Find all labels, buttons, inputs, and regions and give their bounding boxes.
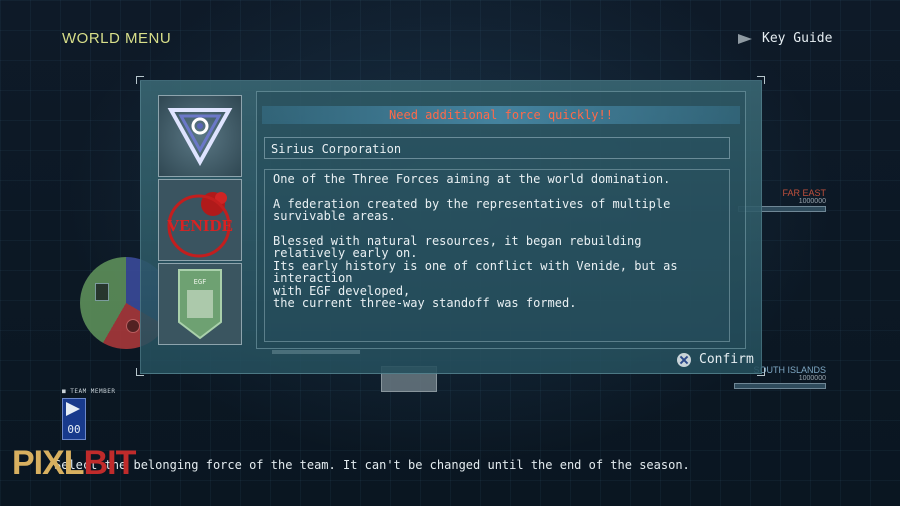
force-name-field: Sirius Corporation bbox=[264, 137, 730, 159]
description-paragraph: One of the Three Forces aiming at the wo… bbox=[273, 172, 671, 186]
pie-marker bbox=[95, 283, 109, 301]
pie-marker bbox=[126, 319, 140, 333]
confirm-button[interactable]: Confirm bbox=[677, 352, 754, 367]
description-paragraph: Blessed with natural resources, it began… bbox=[273, 233, 678, 310]
region-value: 1000000 bbox=[798, 375, 826, 382]
egf-emblem[interactable]: EGF bbox=[158, 263, 242, 345]
triangle-pointer-icon bbox=[738, 33, 752, 44]
team-member-label: ■ TEAM MEMBER bbox=[62, 388, 116, 395]
key-guide-button[interactable]: Key Guide bbox=[738, 31, 832, 46]
description-paragraph: A federation created by the representati… bbox=[273, 196, 671, 223]
watermark-logo: PIXLBIT bbox=[12, 444, 136, 482]
dialog-corner bbox=[136, 368, 144, 376]
page-title: WORLD MENU bbox=[62, 30, 172, 47]
region-bar bbox=[734, 383, 826, 389]
egf-label: EGF bbox=[193, 278, 207, 286]
force-description: One of the Three Forces aiming at the wo… bbox=[264, 169, 730, 342]
cross-button-icon bbox=[677, 352, 691, 367]
dialog-corner bbox=[757, 368, 765, 376]
dialog-headline: Need additional force quickly!! bbox=[262, 106, 740, 124]
scroll-indicator bbox=[272, 350, 360, 354]
venide-label: VENIDE bbox=[166, 216, 234, 235]
play-arrow-icon bbox=[66, 402, 80, 416]
dialog-corner bbox=[136, 76, 144, 84]
footer-hint: Select the belonging force of the team. … bbox=[54, 458, 690, 472]
egf-shield-icon bbox=[178, 269, 222, 340]
confirm-label: Confirm bbox=[699, 352, 754, 367]
team-member-badge[interactable]: 00 bbox=[62, 398, 86, 440]
team-member-count: 00 bbox=[67, 423, 81, 436]
venide-emblem[interactable]: VENIDE bbox=[158, 179, 242, 261]
key-guide-label: Key Guide bbox=[762, 31, 833, 46]
dialog-corner bbox=[757, 76, 765, 84]
sirius-emblem[interactable] bbox=[158, 95, 242, 177]
sirius-triangle-icon bbox=[167, 108, 233, 167]
